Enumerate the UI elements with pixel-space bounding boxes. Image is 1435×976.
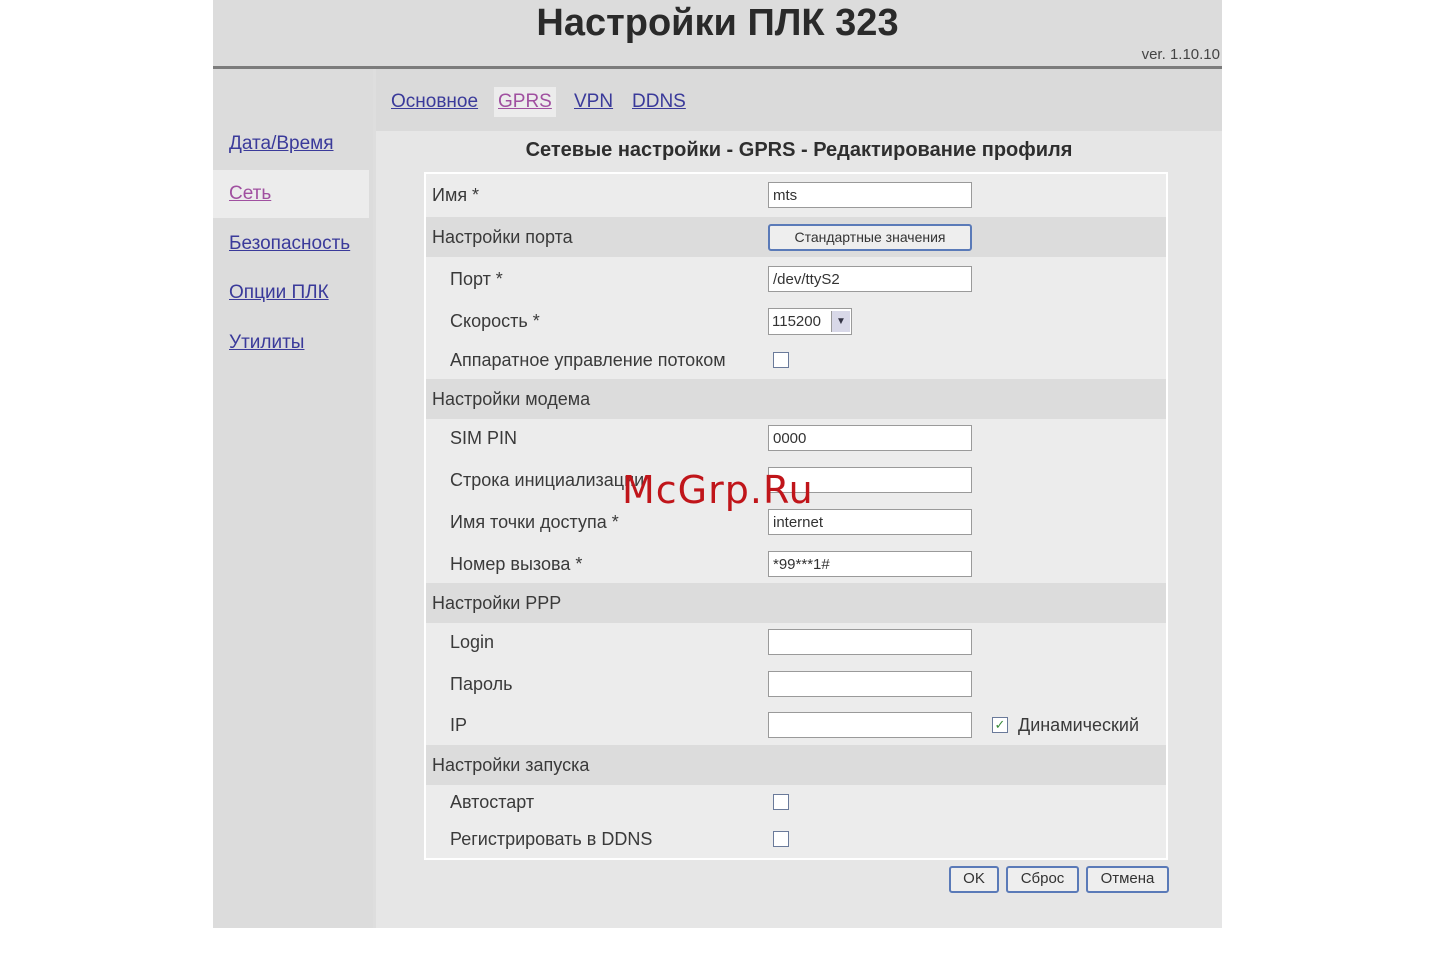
reset-button[interactable]: Сброс (1006, 866, 1079, 893)
port-label: Порт * (450, 269, 503, 289)
ppp-section-label: Настройки PPP (432, 593, 562, 613)
apn-field[interactable] (768, 509, 972, 535)
modem-section-label: Настройки модема (432, 389, 591, 409)
tab-vpn[interactable]: VPN (574, 87, 613, 117)
row-flow-control: Аппаратное управление потоком (426, 340, 1166, 380)
sim-pin-label: SIM PIN (450, 428, 518, 448)
sidebar-item-utilities[interactable]: Утилиты (213, 319, 369, 367)
section-port: Настройки порта Стандартные значения (426, 217, 1166, 257)
ip-field[interactable] (768, 712, 972, 738)
flow-control-checkbox[interactable] (773, 352, 789, 368)
sidebar-item-plc-options[interactable]: Опции ПЛК (213, 269, 369, 317)
password-label: Пароль (450, 674, 513, 694)
autostart-label: Автостарт (450, 792, 535, 812)
ip-label: IP (450, 715, 468, 735)
speed-label: Скорость * (450, 311, 540, 331)
sim-pin-field[interactable] (768, 425, 972, 451)
dynamic-ip-label: Динамический (1018, 715, 1139, 735)
dynamic-ip-checkbox[interactable]: ✓ (992, 717, 1008, 733)
name-label: Имя * (432, 185, 480, 205)
port-section-label: Настройки порта (432, 227, 573, 247)
login-field[interactable] (768, 629, 972, 655)
tab-ddns[interactable]: DDNS (632, 87, 686, 117)
init-string-label: Строка инициализации (450, 470, 645, 490)
profile-form: Имя * Настройки порта Стандартные значен… (424, 172, 1168, 860)
tab-bar: Основное GPRS VPN DDNS (376, 69, 1222, 131)
chevron-down-icon[interactable]: ▼ (831, 311, 850, 332)
watermark: McGrp.Ru (622, 468, 814, 512)
row-password: Пароль (426, 664, 1166, 704)
ok-button[interactable]: OK (949, 866, 999, 893)
autostart-checkbox[interactable] (773, 794, 789, 810)
row-speed: Скорость * 115200 ▼ (426, 301, 1166, 341)
version-label: ver. 1.10.10 (1141, 46, 1220, 63)
section-modem: Настройки модема (426, 379, 1166, 419)
row-dial-number: Номер вызова * (426, 544, 1166, 584)
row-name: Имя * (426, 175, 1166, 215)
port-field[interactable] (768, 266, 972, 292)
app-window: Настройки ПЛК 323 ver. 1.10.10 Дата/Врем… (213, 0, 1222, 928)
page-title: Сетевые настройки - GPRS - Редактировани… (525, 139, 1073, 161)
sidebar-item-datetime[interactable]: Дата/Время (213, 120, 369, 168)
register-ddns-label: Регистрировать в DDNS (450, 829, 653, 849)
section-launch: Настройки запуска (426, 745, 1166, 785)
sidebar-item-network[interactable]: Сеть (213, 170, 369, 218)
defaults-button[interactable]: Стандартные значения (768, 224, 972, 251)
row-sim-pin: SIM PIN (426, 418, 1166, 458)
row-autostart: Автостарт (426, 782, 1166, 822)
dial-number-field[interactable] (768, 551, 972, 577)
password-field[interactable] (768, 671, 972, 697)
name-field[interactable] (768, 182, 972, 208)
sidebar-item-security[interactable]: Безопасность (213, 220, 369, 268)
dial-number-label: Номер вызова * (450, 554, 583, 574)
page-header-title: Настройки ПЛК 323 (536, 2, 899, 44)
tab-gprs[interactable]: GPRS (494, 87, 556, 117)
apn-label: Имя точки доступа * (450, 512, 619, 532)
row-login: Login (426, 622, 1166, 662)
row-register-ddns: Регистрировать в DDNS (426, 819, 1166, 859)
launch-section-label: Настройки запуска (432, 755, 590, 775)
flow-control-label: Аппаратное управление потоком (450, 350, 726, 370)
row-ip: IP ✓ Динамический (426, 705, 1166, 745)
section-ppp: Настройки PPP (426, 583, 1166, 623)
speed-select[interactable]: 115200 ▼ (768, 308, 852, 335)
tab-general[interactable]: Основное (391, 87, 478, 117)
register-ddns-checkbox[interactable] (773, 831, 789, 847)
row-port: Порт * (426, 259, 1166, 299)
sidebar: Дата/Время Сеть Безопасность Опции ПЛК У… (213, 69, 373, 928)
login-label: Login (450, 632, 495, 652)
speed-value: 115200 (772, 313, 821, 330)
cancel-button[interactable]: Отмена (1086, 866, 1169, 893)
header: Настройки ПЛК 323 ver. 1.10.10 (213, 0, 1222, 69)
